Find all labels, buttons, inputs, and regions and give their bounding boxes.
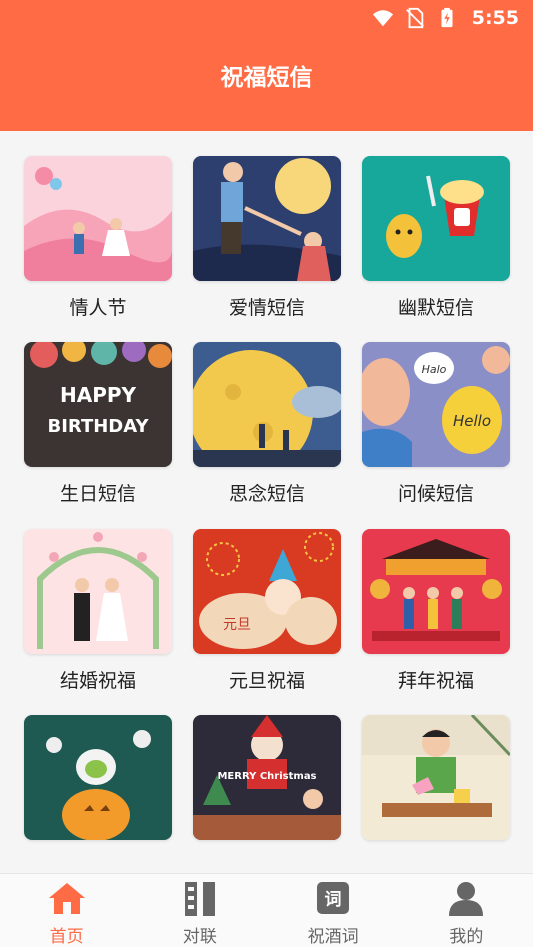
category-card-love[interactable]: 爱情短信 [193,156,341,321]
new-year-illustration: 元旦 [193,529,341,654]
user-icon [449,882,484,916]
status-time: 5:55 [471,7,519,29]
tab-profile[interactable]: 我的 [400,874,533,947]
love-illustration [193,156,341,281]
no-sim-icon [405,7,424,29]
christmas-sign-text: MERRY Christmas [217,771,316,782]
home-icon [48,883,85,914]
tab-label: 首页 [49,927,84,947]
birthday-text-line1: HAPPY [60,383,137,407]
category-card-christmas[interactable]: MERRY Christmas [193,715,341,880]
category-card-humor[interactable]: 幽默短信 [362,156,510,321]
category-card-halloween[interactable] [24,715,172,880]
category-card-greeting[interactable]: Halo Hello 问候短信 [362,342,510,507]
spring-festival-illustration [362,529,510,654]
birthday-illustration: HAPPY BIRTHDAY [24,342,172,467]
greeting-illustration: Halo Hello [362,342,510,467]
category-card-spring-festival[interactable]: 拜年祝福 [362,529,510,694]
couplet-icon [184,882,215,916]
valentines-illustration [24,156,172,281]
status-bar: 5:55 [372,0,533,36]
category-label: 拜年祝福 [397,670,474,692]
category-label: 爱情短信 [228,297,305,319]
category-card-new-year[interactable]: 元旦 元旦祝福 [193,529,341,694]
birthday-text-line2: BIRTHDAY [48,416,150,437]
category-label: 元旦祝福 [228,670,305,692]
category-label: 生日短信 [59,483,136,505]
category-label: 幽默短信 [397,297,474,319]
toast-words-icon: 词 [317,882,350,914]
new-year-egg-text: 元旦 [223,617,251,633]
category-card-teacher[interactable] [362,715,510,880]
category-label: 情人节 [69,297,127,319]
missing-illustration [193,342,341,467]
teacher-illustration [362,715,510,840]
halloween-illustration [24,715,172,840]
tab-label: 我的 [449,927,484,947]
tab-home[interactable]: 首页 [0,874,133,947]
greeting-bubble-text-2: Hello [453,412,491,430]
category-card-wedding[interactable]: 结婚祝福 [24,529,172,694]
category-label: 结婚祝福 [59,670,136,692]
category-label: 思念短信 [228,483,305,505]
page-title: 祝福短信 [220,65,313,91]
battery-charging-icon [441,7,453,28]
category-card-valentines[interactable]: 情人节 [24,156,172,321]
category-card-missing[interactable]: 思念短信 [193,342,341,507]
humor-illustration [362,156,510,281]
toast-icon-glyph: 词 [325,890,342,910]
wifi-icon [372,10,393,27]
greeting-bubble-text-1: Halo [422,363,447,376]
christmas-illustration: MERRY Christmas [193,715,341,840]
tab-couplet[interactable]: 对联 [133,874,266,947]
tab-label: 对联 [182,927,217,947]
category-card-birthday[interactable]: HAPPY BIRTHDAY 生日短信 [24,342,172,507]
category-label: 问候短信 [397,483,474,505]
bottom-tab-bar: 首页 对联 词 祝酒词 我的 [0,873,533,947]
wedding-illustration [24,529,172,654]
app-header: 5:55 祝福短信 [0,0,533,131]
tab-label: 祝酒词 [307,927,359,947]
tab-toast-words[interactable]: 词 祝酒词 [267,874,400,947]
